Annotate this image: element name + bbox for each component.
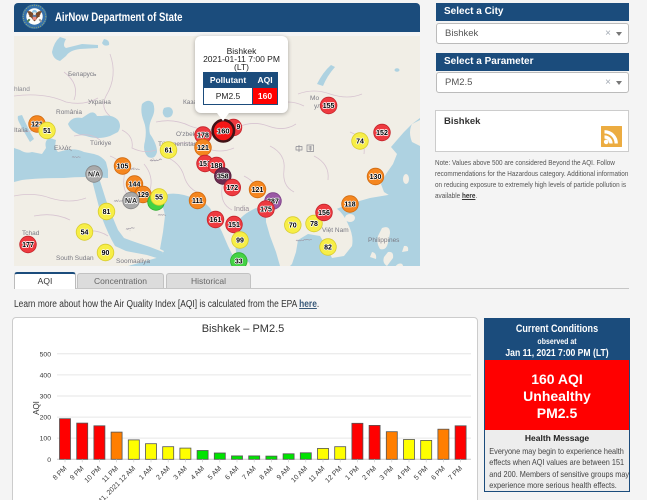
svg-text:10 AM: 10 AM	[290, 465, 309, 484]
svg-text:AQI: AQI	[32, 401, 41, 415]
svg-text:3 AM: 3 AM	[173, 465, 189, 481]
svg-text:10 PM: 10 PM	[84, 465, 103, 484]
svg-text:54: 54	[81, 230, 89, 237]
svg-text:500: 500	[40, 351, 52, 358]
svg-text:Bishkek – PM2.5: Bishkek – PM2.5	[202, 323, 285, 335]
svg-text:7 PM: 7 PM	[448, 465, 465, 482]
svg-text:200: 200	[40, 415, 52, 422]
svg-text:Беларусь: Беларусь	[68, 71, 97, 78]
svg-text:400: 400	[40, 372, 52, 379]
svg-text:178: 178	[197, 133, 209, 140]
svg-text:Việt Nam: Việt Nam	[322, 227, 349, 234]
svg-text:61: 61	[165, 148, 173, 155]
svg-text:8 PM: 8 PM	[52, 465, 69, 482]
svg-text:Tchad: Tchad	[22, 230, 40, 237]
svg-text:3 PM: 3 PM	[379, 465, 396, 482]
svg-text:175: 175	[260, 207, 272, 214]
svg-text:70: 70	[289, 223, 297, 230]
svg-text:hland: hland	[14, 86, 30, 93]
svg-text:51: 51	[43, 128, 51, 135]
svg-text:N/A: N/A	[88, 172, 100, 179]
svg-text:0: 0	[47, 457, 51, 464]
svg-text:N/A: N/A	[125, 198, 137, 205]
svg-text:111: 111	[192, 198, 203, 205]
svg-text:4 PM: 4 PM	[396, 465, 413, 482]
svg-text:82: 82	[324, 245, 332, 252]
svg-text:161: 161	[210, 217, 222, 224]
svg-text:Türkiye: Türkiye	[90, 140, 112, 147]
svg-text:156: 156	[318, 210, 330, 217]
svg-text:33: 33	[235, 259, 243, 266]
svg-text:Ελλάς: Ελλάς	[54, 144, 72, 152]
svg-text:7 AM: 7 AM	[241, 465, 257, 481]
svg-text:105: 105	[117, 164, 129, 171]
svg-text:11 AM: 11 AM	[308, 465, 327, 484]
svg-text:5 PM: 5 PM	[413, 465, 430, 482]
svg-text:2 PM: 2 PM	[362, 465, 379, 482]
svg-text:152: 152	[376, 130, 388, 137]
svg-text:151: 151	[228, 222, 240, 229]
svg-text:4 AM: 4 AM	[190, 465, 206, 481]
svg-text:South Sudan: South Sudan	[56, 255, 94, 262]
svg-text:India: India	[234, 206, 249, 213]
svg-text:12 PM: 12 PM	[324, 465, 343, 484]
svg-text:5 AM: 5 AM	[207, 465, 223, 481]
svg-text:78: 78	[310, 221, 318, 228]
svg-text:55: 55	[155, 195, 163, 202]
svg-text:81: 81	[103, 209, 111, 216]
svg-text:1 AM: 1 AM	[138, 465, 154, 481]
svg-text:130: 130	[370, 174, 382, 181]
svg-text:Italia: Italia	[14, 127, 28, 134]
svg-text:100: 100	[40, 436, 52, 443]
svg-text:121: 121	[252, 187, 264, 194]
svg-text:90: 90	[102, 250, 110, 257]
svg-text:6 AM: 6 AM	[224, 465, 240, 481]
svg-text:Soomaaliya: Soomaaliya	[116, 258, 150, 265]
svg-text:300: 300	[40, 394, 52, 401]
svg-text:1 PM: 1 PM	[344, 465, 361, 482]
svg-text:Philippines: Philippines	[368, 237, 400, 244]
svg-text:2 AM: 2 AM	[155, 465, 171, 481]
svg-text:172: 172	[226, 185, 238, 192]
svg-text:358: 358	[217, 174, 229, 181]
svg-text:160: 160	[217, 127, 230, 136]
svg-text:Україна: Україна	[88, 99, 111, 106]
svg-text:74: 74	[356, 139, 364, 146]
svg-text:Мо: Мо	[310, 95, 319, 102]
svg-text:155: 155	[323, 103, 335, 110]
svg-text:9: 9	[237, 124, 241, 131]
svg-text:121: 121	[197, 145, 209, 152]
svg-text:România: România	[56, 109, 82, 116]
svg-text:177: 177	[22, 242, 34, 249]
svg-text:118: 118	[344, 202, 355, 209]
svg-text:8 AM: 8 AM	[259, 465, 275, 481]
svg-text:99: 99	[236, 238, 244, 245]
svg-text:6 PM: 6 PM	[430, 465, 447, 482]
